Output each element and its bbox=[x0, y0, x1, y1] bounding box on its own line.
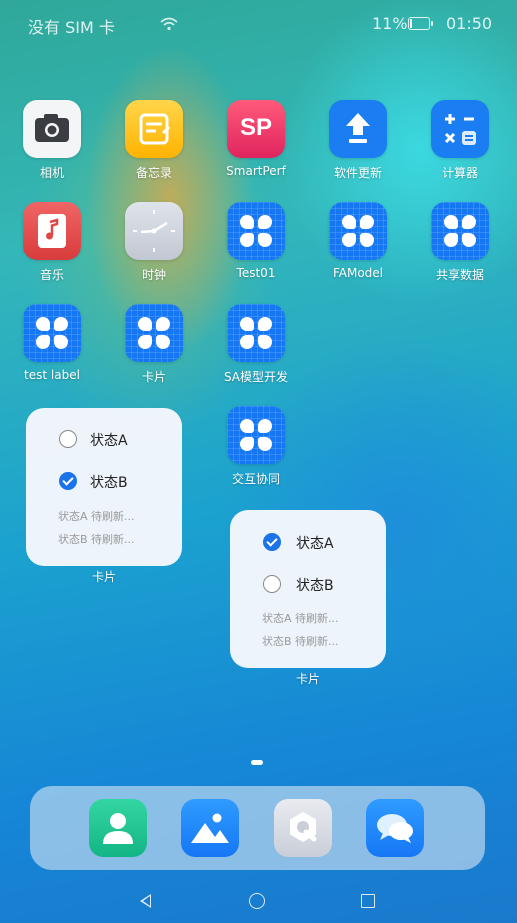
app-label: 计算器 bbox=[441, 166, 478, 180]
app-test-label[interactable]: test label bbox=[7, 304, 97, 382]
app-label: SA模型开发 bbox=[223, 370, 289, 384]
radio-a[interactable] bbox=[59, 430, 77, 448]
app-store-icon[interactable] bbox=[274, 799, 332, 857]
app-software-update[interactable]: 软件更新 bbox=[313, 100, 403, 181]
messages-icon[interactable] bbox=[366, 799, 424, 857]
card-label: 卡片 bbox=[295, 672, 320, 686]
battery-icon bbox=[408, 17, 433, 30]
app-notes[interactable]: 备忘录 bbox=[109, 100, 199, 181]
smartperf-icon-text: SP bbox=[239, 114, 272, 141]
app-card[interactable]: 卡片 bbox=[109, 304, 199, 385]
status-b-text: 状态B 待刷新... bbox=[262, 635, 339, 648]
app-label: test label bbox=[24, 368, 80, 382]
wifi-icon bbox=[160, 17, 178, 31]
radio-b[interactable] bbox=[263, 575, 281, 593]
app-label: SmartPerf bbox=[226, 164, 286, 178]
option-a-label: 状态A bbox=[90, 433, 128, 449]
clock-time: 01:50 bbox=[446, 14, 493, 33]
app-label: 共享数据 bbox=[435, 268, 484, 282]
app-label: 时钟 bbox=[141, 268, 166, 282]
recent-apps-icon[interactable] bbox=[361, 894, 375, 908]
app-label: 音乐 bbox=[39, 268, 64, 282]
app-test01[interactable]: Test01 bbox=[211, 202, 301, 280]
carrier-text: 没有 SIM 卡 bbox=[28, 18, 115, 37]
dock bbox=[30, 786, 485, 870]
app-smartperf[interactable]: SP SmartPerf bbox=[211, 100, 301, 178]
software-update-icon bbox=[329, 100, 387, 158]
app-label: Test01 bbox=[236, 266, 276, 280]
status-bar: 没有 SIM 卡 11% 01:50 bbox=[0, 0, 517, 48]
radio-b-checked[interactable] bbox=[59, 472, 77, 490]
option-b-label: 状态B bbox=[296, 578, 334, 594]
option-b-row[interactable]: 状态B bbox=[59, 472, 128, 492]
clover-icon bbox=[329, 202, 387, 260]
smartperf-icon: SP bbox=[227, 100, 285, 158]
app-camera[interactable]: 相机 bbox=[7, 100, 97, 181]
app-famodel[interactable]: FAModel bbox=[313, 202, 403, 280]
app-music[interactable]: 音乐 bbox=[7, 202, 97, 283]
app-clock[interactable]: 时钟 bbox=[109, 202, 199, 283]
option-b-row[interactable]: 状态B bbox=[263, 575, 334, 595]
music-icon bbox=[23, 202, 81, 260]
clock-icon bbox=[125, 202, 183, 260]
option-a-row[interactable]: 状态A bbox=[59, 430, 128, 450]
back-icon[interactable] bbox=[140, 894, 151, 908]
status-a-text: 状态A 待刷新... bbox=[58, 510, 135, 523]
page-indicator[interactable] bbox=[251, 760, 263, 765]
app-label: 相机 bbox=[39, 166, 64, 180]
clover-icon bbox=[125, 304, 183, 362]
app-label: 备忘录 bbox=[135, 166, 172, 180]
app-interaction[interactable]: 交互协同 bbox=[211, 406, 301, 487]
clover-icon bbox=[227, 304, 285, 362]
camera-icon bbox=[23, 100, 81, 158]
status-b-text: 状态B 待刷新... bbox=[58, 533, 135, 546]
app-sa-model[interactable]: SA模型开发 bbox=[211, 304, 301, 385]
status-a-text: 状态A 待刷新... bbox=[262, 612, 339, 625]
clover-icon bbox=[23, 304, 81, 362]
option-a-row[interactable]: 状态A bbox=[263, 533, 334, 553]
battery-percent: 11% bbox=[372, 14, 408, 33]
radio-a-checked[interactable] bbox=[263, 533, 281, 551]
notes-icon bbox=[125, 100, 183, 158]
clover-icon bbox=[227, 202, 285, 260]
app-label: 交互协同 bbox=[231, 472, 280, 486]
form-card-2[interactable]: 状态A 状态B 状态A 待刷新... 状态B 待刷新... bbox=[230, 510, 386, 668]
app-label: FAModel bbox=[332, 266, 384, 280]
app-calculator[interactable]: 计算器 bbox=[415, 100, 505, 181]
gallery-icon[interactable] bbox=[181, 799, 239, 857]
app-label: 软件更新 bbox=[333, 166, 382, 180]
app-label: 卡片 bbox=[141, 370, 166, 384]
clover-icon bbox=[431, 202, 489, 260]
clover-icon bbox=[227, 406, 285, 464]
option-b-label: 状态B bbox=[90, 475, 128, 491]
home-icon[interactable] bbox=[249, 893, 265, 909]
form-card-1[interactable]: 状态A 状态B 状态A 待刷新... 状态B 待刷新... bbox=[26, 408, 182, 566]
app-shared-data[interactable]: 共享数据 bbox=[415, 202, 505, 283]
contacts-icon[interactable] bbox=[89, 799, 147, 857]
navigation-bar bbox=[0, 878, 517, 923]
calculator-icon bbox=[431, 100, 489, 158]
card-label: 卡片 bbox=[91, 570, 116, 584]
option-a-label: 状态A bbox=[296, 536, 334, 552]
